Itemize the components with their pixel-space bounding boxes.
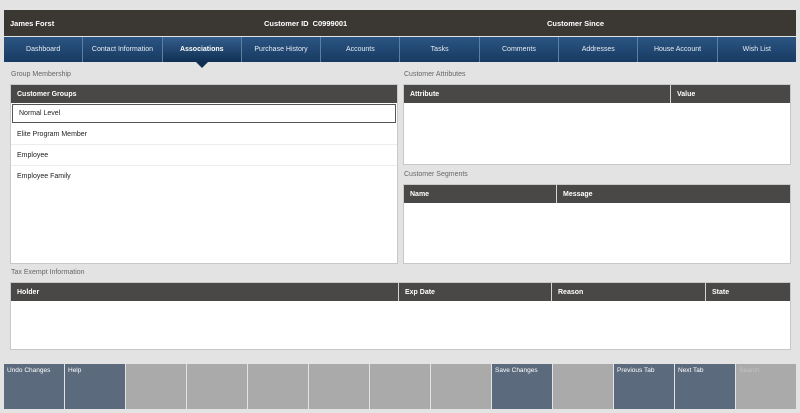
search-button[interactable]: Search	[736, 364, 796, 409]
customer-segments-table: Name Message	[403, 184, 791, 264]
empty-button-slot	[126, 364, 186, 409]
customer-id-value: C0999001	[312, 19, 348, 28]
next-tab-button[interactable]: Next Tab	[675, 364, 735, 409]
tab-label: House Account	[653, 46, 702, 53]
customer-attributes-header: Attribute Value	[404, 85, 790, 103]
customer-groups-table: Customer Groups Normal Level Elite Progr…	[10, 84, 398, 264]
tab-dashboard[interactable]: Dashboard	[4, 37, 84, 62]
tab-accounts[interactable]: Accounts	[321, 37, 401, 62]
tab-label: Dashboard	[26, 46, 61, 53]
customer-groups-header: Customer Groups	[11, 85, 397, 103]
tax-exempt-table: Holder Exp Date Reason State	[10, 282, 791, 350]
group-membership-label: Group Membership	[11, 71, 71, 78]
save-changes-button[interactable]: Save Changes	[492, 364, 552, 409]
column-reason: Reason	[552, 283, 706, 301]
tab-addresses[interactable]: Addresses	[559, 37, 639, 62]
group-row-normal-level[interactable]: Normal Level	[12, 104, 396, 123]
empty-button-slot	[187, 364, 247, 409]
column-exp-date: Exp Date	[399, 283, 552, 301]
tab-label: Addresses	[581, 46, 615, 53]
customer-name: James Forst	[10, 19, 55, 28]
empty-button-slot	[309, 364, 369, 409]
empty-button-slot	[553, 364, 613, 409]
empty-button-slot	[431, 364, 491, 409]
customer-segments-label: Customer Segments	[404, 171, 468, 178]
tab-contact-information[interactable]: Contact Information	[83, 37, 163, 62]
customer-since-label: Customer Since	[547, 19, 605, 28]
tab-associations[interactable]: Associations	[162, 37, 242, 68]
customer-attributes-label: Customer Attributes	[404, 71, 466, 78]
tax-exempt-label: Tax Exempt Information	[11, 269, 85, 276]
tax-exempt-header: Holder Exp Date Reason State	[11, 283, 790, 301]
footer-button-bar: Undo Changes Help Save Changes Previous …	[4, 364, 796, 409]
tab-label: Purchase History	[254, 46, 308, 53]
group-row-employee[interactable]: Employee	[11, 145, 397, 166]
tab-bar: Dashboard Contact Information Associatio…	[4, 37, 796, 68]
help-button[interactable]: Help	[65, 364, 125, 409]
empty-button-slot	[370, 364, 430, 409]
customer-id: Customer ID C0999001	[264, 19, 347, 28]
column-value: Value	[677, 90, 696, 98]
tab-tasks[interactable]: Tasks	[400, 37, 480, 62]
customer-header: James Forst Customer ID C0999001 Customer…	[4, 10, 796, 36]
tab-label: Tasks	[430, 46, 449, 53]
customer-segments-header: Name Message	[404, 185, 790, 203]
undo-changes-button[interactable]: Undo Changes	[4, 364, 64, 409]
tab-label: Contact Information	[91, 46, 153, 53]
tab-wish-list[interactable]: Wish List	[718, 37, 796, 62]
empty-button-slot	[248, 364, 308, 409]
group-row-elite-program-member[interactable]: Elite Program Member	[11, 124, 397, 145]
column-customer-groups: Customer Groups	[17, 90, 77, 98]
customer-id-label: Customer ID	[264, 19, 309, 28]
previous-tab-button[interactable]: Previous Tab	[614, 364, 674, 409]
tab-label: Wish List	[742, 46, 772, 53]
tab-purchase-history[interactable]: Purchase History	[242, 37, 322, 62]
column-state: State	[712, 288, 730, 296]
column-holder: Holder	[11, 283, 399, 301]
group-row-employee-family[interactable]: Employee Family	[11, 166, 397, 187]
tab-label: Comments	[502, 46, 536, 53]
tab-label: Associations	[179, 46, 224, 53]
tab-comments[interactable]: Comments	[480, 37, 560, 62]
customer-attributes-table: Attribute Value	[403, 84, 791, 165]
column-name: Name	[404, 185, 557, 203]
tab-label: Accounts	[345, 46, 375, 53]
tab-house-account[interactable]: House Account	[638, 37, 718, 62]
column-attribute: Attribute	[404, 85, 671, 103]
column-message: Message	[563, 190, 593, 198]
